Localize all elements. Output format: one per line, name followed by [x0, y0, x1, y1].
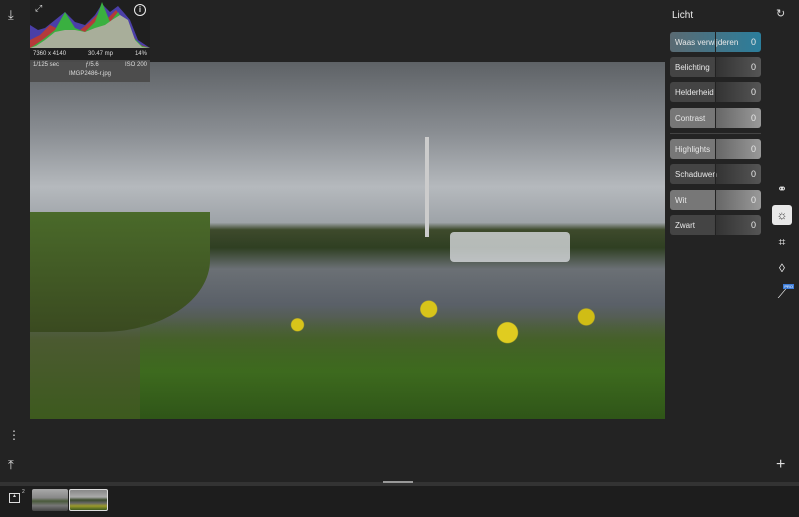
slider-label: Waas verwijderen [675, 37, 739, 47]
photo-boats [450, 232, 570, 262]
slider-label: Contrast [675, 113, 706, 123]
photo-canvas[interactable] [30, 62, 665, 419]
filmstrip-bar [0, 482, 799, 517]
photo-flowers [140, 262, 665, 419]
slider-contrast[interactable]: Contrast 0 [670, 108, 761, 128]
slider-value: 0 [750, 62, 756, 72]
download-icon[interactable]: ⤓ [8, 8, 14, 21]
expand-icon[interactable]: ⤢ [35, 4, 42, 13]
slider-value: 0 [750, 220, 756, 230]
iso: ISO 200 [124, 62, 147, 68]
slider-label: Zwart [675, 220, 695, 230]
slider-zwart[interactable]: Zwart 0 [670, 215, 761, 235]
shutter-speed: 1/125 sec [33, 62, 60, 68]
histogram-graph [30, 2, 150, 48]
panel-title: Licht [672, 10, 694, 21]
slider-schaduwen[interactable]: Schaduwen 0 [670, 164, 761, 184]
color-tool-icon[interactable]: ⚭ [772, 179, 792, 199]
pro-badge: PRO [783, 284, 794, 289]
add-icon[interactable]: + [776, 457, 785, 473]
slider-label: Wit [675, 195, 687, 205]
filmstrip-thumb-1[interactable] [32, 489, 68, 511]
photo-turbine [425, 137, 429, 237]
image-count: 2 [22, 489, 25, 495]
slider-belichting[interactable]: Belichting 0 [670, 57, 761, 77]
slider-value: 0 [750, 87, 756, 97]
aperture: ƒ/5.6 [85, 62, 99, 68]
share-upload-icon[interactable]: ⤒ [8, 458, 14, 471]
slider-value: 0 [750, 195, 756, 205]
slider-label: Helderheid [675, 87, 714, 97]
slider-value: 0 [750, 144, 756, 154]
zoom-level: 14% [134, 51, 147, 57]
gallery-icon[interactable]: ▲ [9, 493, 20, 503]
slider-waas-verwijderen[interactable]: Waas verwijderen 0 [670, 32, 761, 52]
divider [670, 133, 761, 134]
reset-icon[interactable]: ↻ [776, 9, 785, 20]
more-options-icon[interactable]: ⋮ [8, 429, 20, 441]
image-megapixels: 30.47 mp [87, 51, 114, 57]
slider-value: 0 [750, 113, 756, 123]
crop-tool-icon[interactable]: ⌗ [772, 232, 792, 252]
image-dimensions: 7360 x 4140 [33, 51, 67, 57]
slider-label: Schaduwen [675, 169, 717, 179]
slider-label: Belichting [675, 62, 710, 72]
detail-tool-icon[interactable]: ◊ [772, 258, 792, 278]
slider-highlights[interactable]: Highlights 0 [670, 139, 761, 159]
slider-wit[interactable]: Wit 0 [670, 190, 761, 210]
info-icon[interactable]: i [134, 4, 146, 16]
histogram-panel: ⤢ i 7360 x 4140 30.47 mp 14% 1/125 sec ƒ… [30, 0, 150, 82]
brush-pro-tool-icon[interactable]: ⟋ PRO [772, 284, 794, 304]
slider-value: 0 [750, 37, 756, 47]
file-name: IMGP2486-r.jpg [68, 71, 112, 77]
light-tool-icon[interactable]: ☼ [772, 205, 792, 225]
slider-label: Highlights [675, 144, 711, 154]
filmstrip-thumb-2[interactable] [69, 489, 108, 511]
slider-value: 0 [750, 169, 756, 179]
resize-handle[interactable] [383, 481, 413, 483]
slider-helderheid[interactable]: Helderheid 0 [670, 82, 761, 102]
